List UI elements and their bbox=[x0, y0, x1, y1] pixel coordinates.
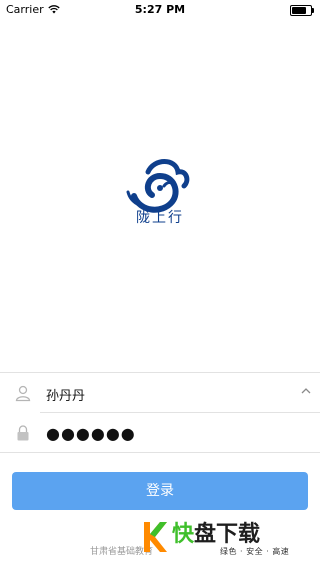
battery-level bbox=[292, 7, 307, 14]
password-field[interactable]: ●●●●●● bbox=[46, 424, 136, 443]
field-divider bbox=[40, 412, 320, 413]
status-time: 5:27 PM bbox=[134, 3, 186, 16]
chevron-up-icon bbox=[301, 388, 311, 394]
watermark-title-rest: 盘下载 bbox=[194, 522, 261, 547]
user-icon bbox=[15, 385, 31, 402]
account-dropdown-button[interactable] bbox=[298, 383, 314, 399]
logo-caption: 陇上行 bbox=[136, 210, 184, 226]
watermark-title: 快盘下载 bbox=[172, 516, 260, 548]
watermark-title-prefix: 快 bbox=[172, 522, 195, 547]
username-field[interactable]: 孙丹丹 bbox=[46, 385, 85, 404]
battery-icon bbox=[290, 5, 314, 16]
watermark-subtitle: 绿色 · 安全 · 高速 bbox=[220, 547, 290, 556]
login-button[interactable]: 登录 bbox=[12, 472, 308, 510]
status-bar: Carrier 5:27 PM bbox=[0, 0, 320, 20]
form-bottom-divider bbox=[0, 452, 320, 453]
watermark: 快盘下载 绿色 · 安全 · 高速 bbox=[142, 518, 312, 558]
form-top-divider bbox=[0, 372, 320, 373]
watermark-logo-icon bbox=[144, 522, 167, 552]
lock-icon bbox=[17, 425, 29, 441]
